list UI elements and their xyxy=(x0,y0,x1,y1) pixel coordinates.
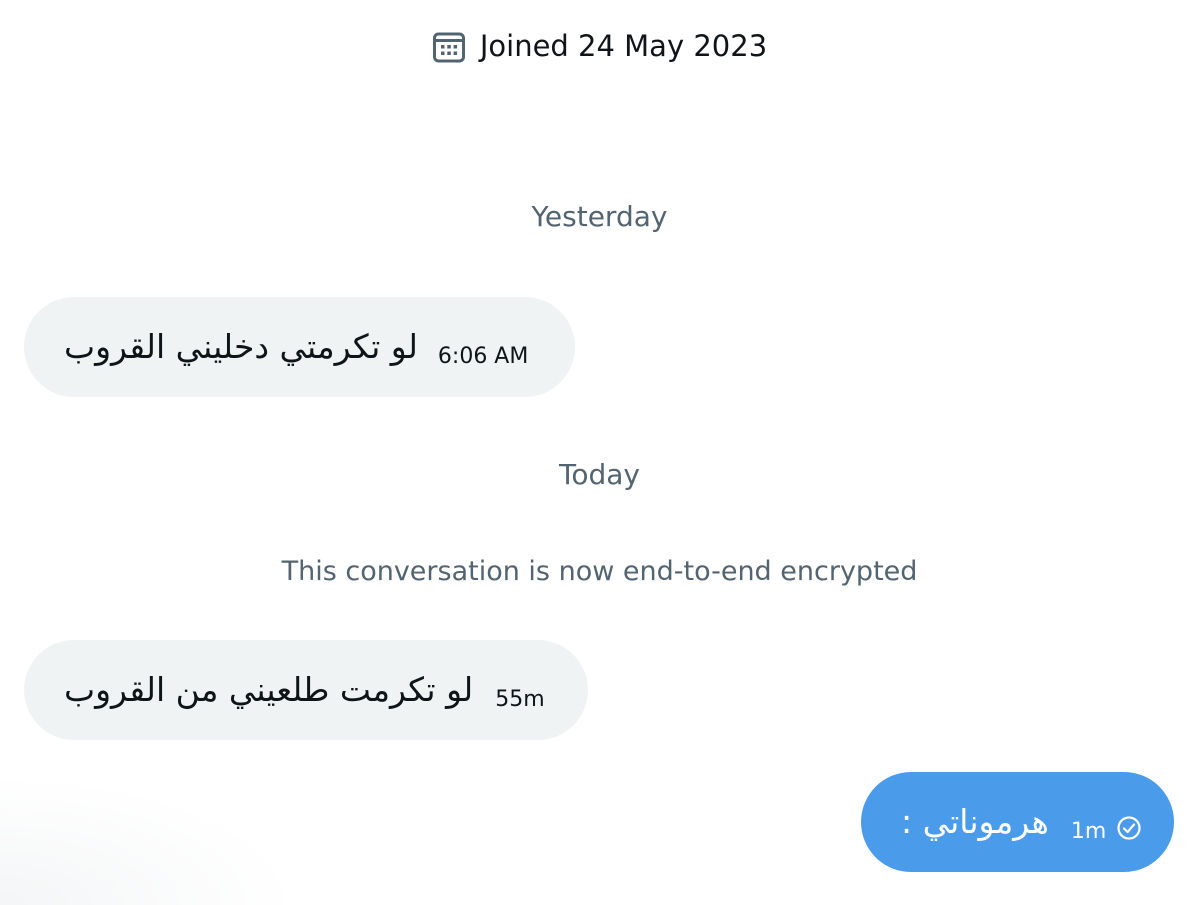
message-timestamp: 55m xyxy=(495,687,545,712)
check-circle-icon xyxy=(1116,815,1142,850)
corner-shade xyxy=(0,775,300,905)
day-divider-yesterday: Yesterday xyxy=(531,200,668,233)
encryption-notice: This conversation is now end-to-end encr… xyxy=(281,556,918,587)
day-divider-today: Today xyxy=(559,458,640,491)
message-timestamp: 6:06 AM xyxy=(437,344,529,369)
message-meta: 1m xyxy=(1071,815,1142,850)
joined-date-text: Joined 24 May 2023 xyxy=(479,29,768,63)
message-text: هرموناتي : xyxy=(901,802,1049,841)
calendar-icon xyxy=(432,29,466,63)
message-bubble-received[interactable]: لو تكرمتي دخليني القروب 6:06 AM xyxy=(24,297,575,397)
message-text: لو تكرمتي دخليني القروب xyxy=(64,327,418,366)
joined-date-row: Joined 24 May 2023 xyxy=(0,24,1199,68)
message-bubble-received[interactable]: لو تكرمت طلعيني من القروب 55m xyxy=(24,640,588,740)
message-bubble-sent[interactable]: هرموناتي : 1m xyxy=(861,772,1174,872)
message-text: لو تكرمت طلعيني من القروب xyxy=(64,670,474,709)
message-timestamp: 1m xyxy=(1070,819,1107,844)
